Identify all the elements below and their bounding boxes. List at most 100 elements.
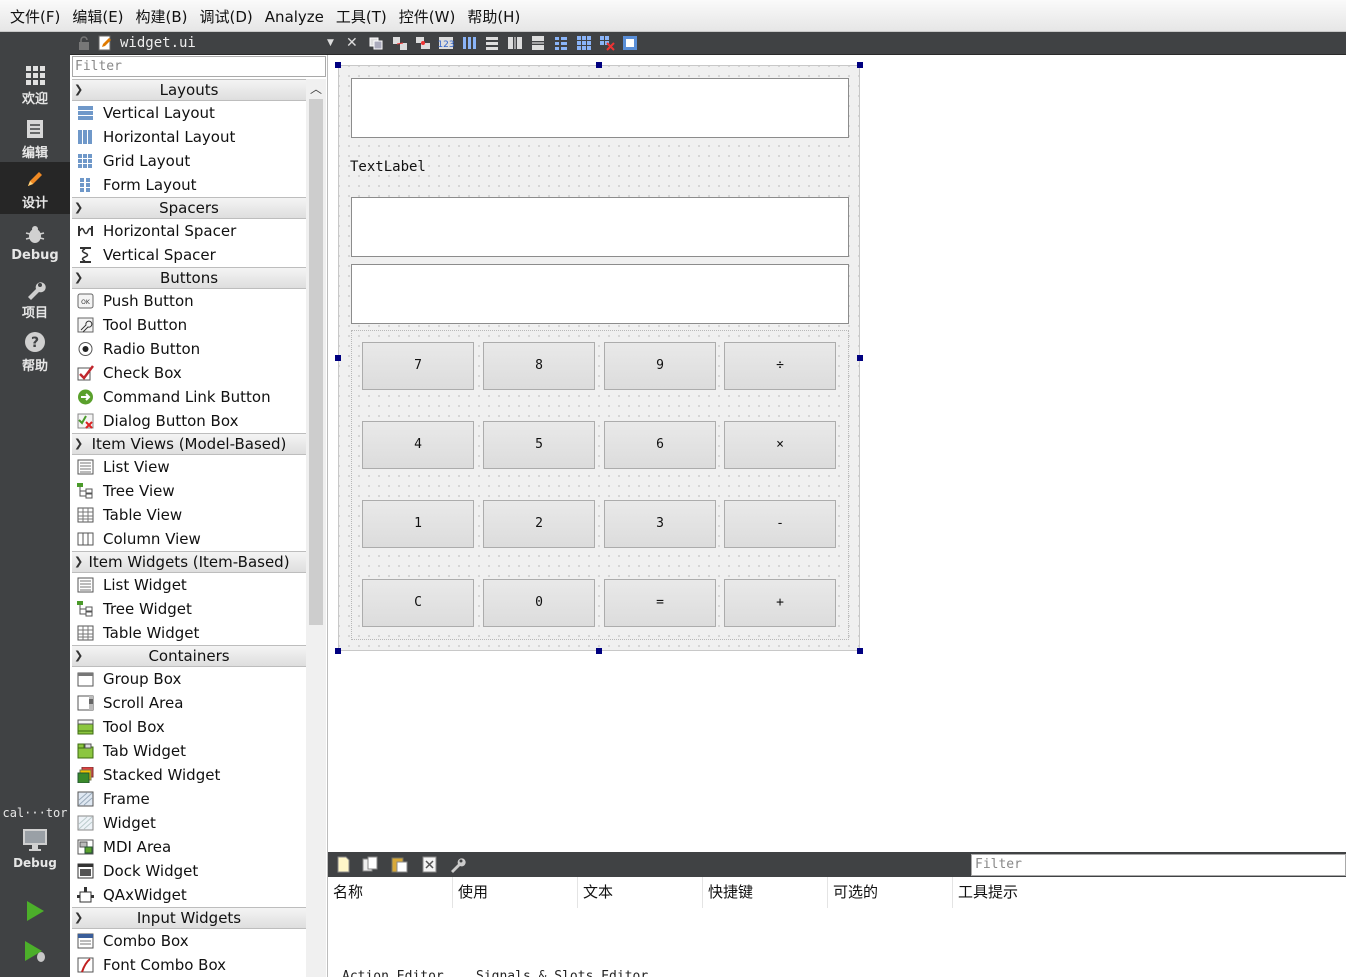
resize-handle[interactable] xyxy=(596,62,602,68)
copy-action-icon[interactable] xyxy=(362,856,379,873)
widget-item-horizontal-layout[interactable]: Horizontal Layout xyxy=(72,125,306,149)
paste-action-icon[interactable] xyxy=(391,856,408,873)
widget-item-tab-widget[interactable]: Tab Widget xyxy=(72,739,306,763)
category-item-views[interactable]: ❯ Item Views (Model-Based) xyxy=(72,433,306,455)
widget-item-dock-widget[interactable]: Dock Widget xyxy=(72,859,306,883)
widget-item-list-view[interactable]: List View xyxy=(72,455,306,479)
mode-help[interactable]: ? 帮助 xyxy=(0,325,70,377)
kit-selector[interactable]: Debug xyxy=(0,828,70,884)
new-action-icon[interactable] xyxy=(335,856,352,873)
calc-button-3[interactable]: 3 xyxy=(604,500,716,548)
action-filter-input[interactable]: Filter xyxy=(971,854,1346,876)
category-item-widgets[interactable]: ❯ Item Widgets (Item-Based) xyxy=(72,551,306,573)
category-layouts[interactable]: ❯ Layouts xyxy=(72,79,306,101)
calc-button-7[interactable]: 7 xyxy=(362,342,474,390)
calc-button-2[interactable]: 2 xyxy=(483,500,595,548)
layout-horizontal-icon[interactable] xyxy=(461,35,477,51)
edit-signals-icon[interactable] xyxy=(392,35,408,51)
calc-button-5[interactable]: 5 xyxy=(483,421,595,469)
close-icon[interactable]: ✕ xyxy=(346,35,360,51)
widget-item-form-layout[interactable]: Form Layout xyxy=(72,173,306,197)
widget-item-tree-widget[interactable]: Tree Widget xyxy=(72,597,306,621)
menu-help[interactable]: 帮助(H) xyxy=(461,0,526,32)
edit-buddies-icon[interactable] xyxy=(415,35,431,51)
widget-item-radio-button[interactable]: Radio Button xyxy=(72,337,306,361)
chevron-down-icon[interactable]: ▼ xyxy=(327,38,334,48)
column-header-shortcut[interactable]: 快捷键 xyxy=(703,877,828,908)
widgetbox-scrollbar[interactable]: ︿ xyxy=(306,79,326,977)
widget-item-scroll-area[interactable]: Scroll Area xyxy=(72,691,306,715)
tab-signals-slots-editor[interactable]: Signals & Slots Editor xyxy=(476,969,648,977)
resize-handle[interactable] xyxy=(335,648,341,654)
column-header-used[interactable]: 使用 xyxy=(453,877,578,908)
mode-debug[interactable]: Debug xyxy=(0,218,70,270)
form-widget[interactable]: TextLabel 7 8 9 ÷ 4 5 6 × 1 2 3 - C 0 = … xyxy=(338,65,860,651)
resize-handle[interactable] xyxy=(857,355,863,361)
widgetbox-filter-input[interactable]: Filter xyxy=(72,56,326,77)
widget-item-tool-button[interactable]: Tool Button xyxy=(72,313,306,337)
menu-tools[interactable]: 工具(T) xyxy=(330,0,393,32)
widget-item-check-box[interactable]: Check Box xyxy=(72,361,306,385)
debug-run-icon[interactable] xyxy=(22,938,48,964)
column-header-checkable[interactable]: 可选的 xyxy=(828,877,953,908)
scrollbar-thumb[interactable] xyxy=(309,99,323,625)
calc-button-4[interactable]: 4 xyxy=(362,421,474,469)
widget-item-widget[interactable]: Widget xyxy=(72,811,306,835)
category-input-widgets[interactable]: ❯ Input Widgets xyxy=(72,907,306,929)
configure-icon[interactable] xyxy=(449,856,466,873)
calc-button-6[interactable]: 6 xyxy=(604,421,716,469)
widget-item-font-combo-box[interactable]: Font Combo Box xyxy=(72,953,306,977)
calc-button-0[interactable]: 0 xyxy=(483,579,595,627)
text-label[interactable]: TextLabel xyxy=(350,159,426,175)
resize-handle[interactable] xyxy=(335,62,341,68)
category-spacers[interactable]: ❯ Spacers xyxy=(72,197,306,219)
widget-item-table-view[interactable]: Table View xyxy=(72,503,306,527)
line-edit-top[interactable] xyxy=(351,78,849,138)
layout-vsplitter-icon[interactable] xyxy=(530,35,546,51)
widget-item-table-widget[interactable]: Table Widget xyxy=(72,621,306,645)
adjust-size-icon[interactable] xyxy=(622,35,638,51)
widget-item-grid-layout[interactable]: Grid Layout xyxy=(72,149,306,173)
mode-edit[interactable]: 编辑 xyxy=(0,112,70,164)
widget-item-column-view[interactable]: Column View xyxy=(72,527,306,551)
widget-item-tree-view[interactable]: Tree View xyxy=(72,479,306,503)
column-header-tooltip[interactable]: 工具提示 xyxy=(953,877,1346,908)
calc-button-minus[interactable]: - xyxy=(724,500,836,548)
widget-item-group-box[interactable]: Group Box xyxy=(72,667,306,691)
widget-item-combo-box[interactable]: Combo Box xyxy=(72,929,306,953)
calc-button-divide[interactable]: ÷ xyxy=(724,342,836,390)
widget-item-mdi-area[interactable]: MDI Area xyxy=(72,835,306,859)
resize-handle[interactable] xyxy=(857,62,863,68)
calc-button-equals[interactable]: = xyxy=(604,579,716,627)
column-header-name[interactable]: 名称 xyxy=(328,877,453,908)
widget-item-dialog-button-box[interactable]: Dialog Button Box xyxy=(72,409,306,433)
layout-vertical-icon[interactable] xyxy=(484,35,500,51)
widget-item-vertical-spacer[interactable]: Vertical Spacer xyxy=(72,243,306,267)
resize-handle[interactable] xyxy=(335,355,341,361)
calc-button-8[interactable]: 8 xyxy=(483,342,595,390)
file-combo[interactable]: widget.ui xyxy=(70,32,342,54)
menu-build[interactable]: 构建(B) xyxy=(130,0,194,32)
calc-button-clear[interactable]: C xyxy=(362,579,474,627)
widget-item-frame[interactable]: Frame xyxy=(72,787,306,811)
widget-item-qaxwidget[interactable]: QAxWidget xyxy=(72,883,306,907)
menu-widgets[interactable]: 控件(W) xyxy=(393,0,462,32)
delete-action-icon[interactable] xyxy=(421,856,438,873)
widget-item-tool-box[interactable]: Tool Box xyxy=(72,715,306,739)
calc-button-multiply[interactable]: × xyxy=(724,421,836,469)
resize-handle[interactable] xyxy=(596,648,602,654)
widget-item-push-button[interactable]: OK Push Button xyxy=(72,289,306,313)
line-edit-bottom[interactable] xyxy=(351,264,849,324)
menu-file[interactable]: 文件(F) xyxy=(4,0,66,32)
calc-button-1[interactable]: 1 xyxy=(362,500,474,548)
design-canvas[interactable]: TextLabel 7 8 9 ÷ 4 5 6 × 1 2 3 - C 0 = … xyxy=(328,55,1346,852)
run-icon[interactable] xyxy=(22,898,48,924)
menu-analyze[interactable]: Analyze xyxy=(259,0,330,32)
line-edit-middle[interactable] xyxy=(351,197,849,257)
edit-widgets-icon[interactable] xyxy=(368,35,384,51)
column-header-text[interactable]: 文本 xyxy=(578,877,703,908)
menu-edit[interactable]: 编辑(E) xyxy=(66,0,129,32)
tab-action-editor[interactable]: Action Editor xyxy=(342,969,444,977)
mode-projects[interactable]: 项目 xyxy=(0,272,70,324)
mode-design[interactable]: 设计 xyxy=(0,162,70,214)
